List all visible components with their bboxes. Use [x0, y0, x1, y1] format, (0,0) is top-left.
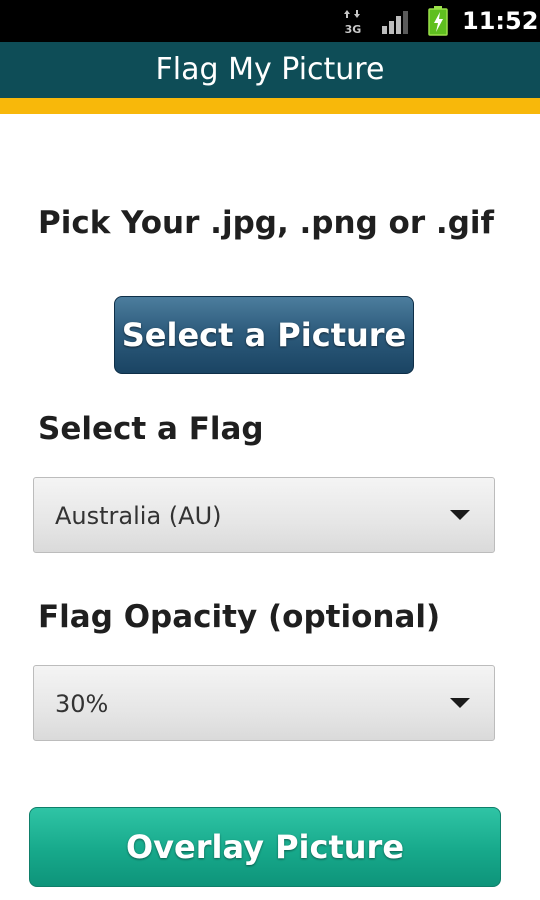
app-title-bar: Flag My Picture [0, 42, 540, 98]
pick-file-heading: Pick Your .jpg, .png or .gif [38, 205, 495, 241]
overlay-picture-button[interactable]: Overlay Picture [29, 807, 501, 887]
select-flag-heading: Select a Flag [38, 411, 264, 447]
svg-text:3G: 3G [345, 23, 362, 35]
signal-strength-icon [382, 11, 408, 34]
flag-dropdown[interactable]: Australia (AU) [33, 477, 495, 553]
accent-strip [0, 98, 540, 114]
status-time: 11:52 [462, 7, 539, 35]
select-picture-button[interactable]: Select a Picture [114, 296, 414, 374]
battery-charging-icon [428, 6, 448, 36]
app-title: Flag My Picture [155, 52, 385, 87]
dropdown-arrow-icon [450, 698, 470, 708]
flag-dropdown-value: Australia (AU) [55, 502, 222, 530]
dropdown-arrow-icon [450, 510, 470, 520]
opacity-dropdown-value: 30% [55, 690, 109, 718]
3g-data-icon: 3G [344, 10, 362, 35]
opacity-dropdown[interactable]: 30% [33, 665, 495, 741]
flag-opacity-heading: Flag Opacity (optional) [38, 599, 441, 635]
status-bar: 3G 11:52 [0, 0, 540, 42]
